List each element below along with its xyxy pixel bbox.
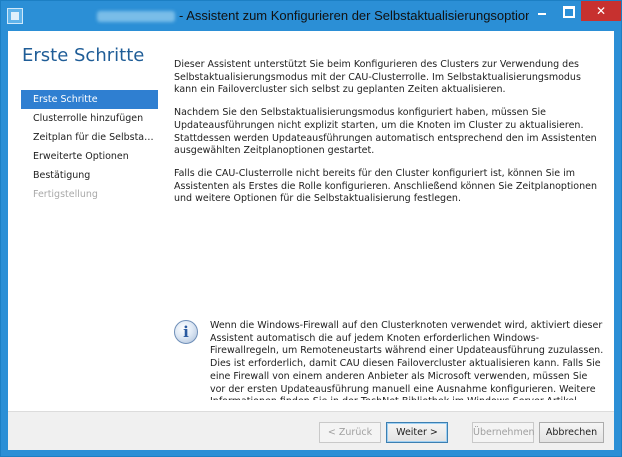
apply-button[interactable]: Übernehmen [472, 422, 535, 443]
wizard-window: - Assistent zum Konfigurieren der Selbst… [0, 0, 622, 457]
info-icon: i [174, 320, 198, 344]
window-title: - Assistent zum Konfigurieren der Selbst… [179, 8, 547, 23]
firewall-info-text: Wenn die Windows-Firewall auf den Cluste… [210, 320, 604, 400]
app-icon [7, 8, 23, 24]
firewall-info-box: i Wenn die Windows-Firewall auf den Clus… [174, 318, 604, 400]
close-button[interactable] [581, 1, 621, 21]
wizard-step-nav: Erste Schritte Clusterrolle hinzufügen Z… [21, 90, 158, 204]
maximize-button[interactable] [555, 1, 581, 21]
nav-step-clusterrolle[interactable]: Clusterrolle hinzufügen [21, 109, 158, 128]
title-bar[interactable]: - Assistent zum Konfigurieren der Selbst… [1, 1, 621, 31]
button-bar: < Zurück Weiter > Übernehmen Abbrechen [8, 411, 614, 450]
minimize-button[interactable] [529, 1, 555, 21]
intro-paragraph-3: Falls die CAU-Clusterrolle nicht bereits… [174, 167, 598, 205]
nav-step-fertigstellung: Fertigstellung [33, 189, 98, 200]
nav-step-zeitplan[interactable]: Zeitplan für die Selbstakt... [21, 128, 158, 147]
blurred-cluster-name [97, 11, 175, 22]
next-button[interactable]: Weiter > [386, 422, 448, 443]
intro-text: Dieser Assistent unterstützt Sie beim Ko… [174, 59, 604, 216]
cancel-button[interactable]: Abbrechen [539, 422, 604, 443]
page-title: Erste Schritte [22, 45, 145, 66]
nav-step-bestaetigung[interactable]: Bestätigung [21, 166, 158, 185]
back-button[interactable]: < Zurück [319, 422, 381, 443]
nav-step-erweiterte-optionen[interactable]: Erweiterte Optionen [21, 147, 158, 166]
intro-paragraph-1: Dieser Assistent unterstützt Sie beim Ko… [174, 59, 581, 96]
wizard-client-area: Erste Schritte Erste Schritte Clusterrol… [8, 31, 614, 450]
intro-paragraph-2: Nachdem Sie den Selbstaktualisierungsmod… [174, 107, 597, 157]
nav-step-erste-schritte[interactable]: Erste Schritte [21, 90, 158, 109]
